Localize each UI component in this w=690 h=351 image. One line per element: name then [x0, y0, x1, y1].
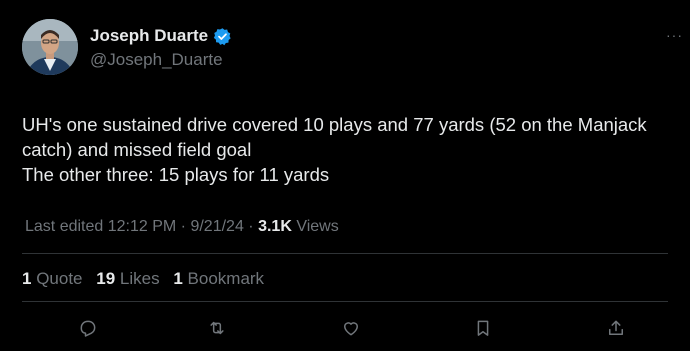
bookmarks-count: 1	[173, 269, 183, 288]
avatar[interactable]	[22, 19, 78, 75]
tweet-line: UH's one sustained drive covered 10 play…	[22, 114, 647, 135]
views-count: 3.1K	[258, 218, 292, 235]
tweet-line: catch) and missed field goal	[22, 139, 252, 160]
share-icon[interactable]	[606, 318, 626, 338]
quotes-stat[interactable]: 1 Quote	[22, 269, 83, 288]
likes-stat[interactable]: 19 Likes	[96, 269, 159, 288]
divider	[22, 301, 668, 302]
retweet-icon[interactable]	[207, 318, 227, 338]
reply-icon[interactable]	[78, 318, 98, 338]
tweet-meta: Last edited 12:12 PM · 9/21/24 · 3.1K Vi…	[25, 218, 339, 236]
edited-label[interactable]: Last edited	[25, 218, 103, 235]
more-icon[interactable]: ···	[666, 27, 683, 43]
action-bar	[0, 318, 690, 340]
bookmark-icon[interactable]	[473, 318, 493, 338]
heart-icon[interactable]	[341, 318, 361, 338]
views-label: Views	[296, 218, 339, 235]
verified-badge-icon	[213, 27, 232, 46]
bookmarks-label: Bookmark	[187, 269, 265, 288]
avatar-image	[22, 19, 78, 75]
author-name-row[interactable]: Joseph Duarte	[90, 26, 232, 46]
quotes-count: 1	[22, 269, 32, 288]
quotes-label: Quote	[36, 269, 83, 288]
likes-count: 19	[96, 269, 116, 288]
tweet-line: The other three: 15 plays for 11 yards	[22, 164, 330, 185]
engagement-stats: 1 Quote 19 Likes 1 Bookmark	[22, 269, 273, 289]
tweet-text: UH's one sustained drive covered 10 play…	[22, 112, 672, 187]
meta-separator: ·	[180, 218, 186, 235]
divider	[22, 253, 668, 254]
tweet-date[interactable]: 9/21/24	[190, 218, 243, 235]
author-name[interactable]: Joseph Duarte	[90, 26, 208, 46]
likes-label: Likes	[119, 269, 160, 288]
tweet-time[interactable]: 12:12 PM	[108, 218, 176, 235]
bookmarks-stat[interactable]: 1 Bookmark	[173, 269, 264, 288]
meta-separator: ·	[248, 218, 254, 235]
author-handle[interactable]: @Joseph_Duarte	[90, 50, 223, 70]
